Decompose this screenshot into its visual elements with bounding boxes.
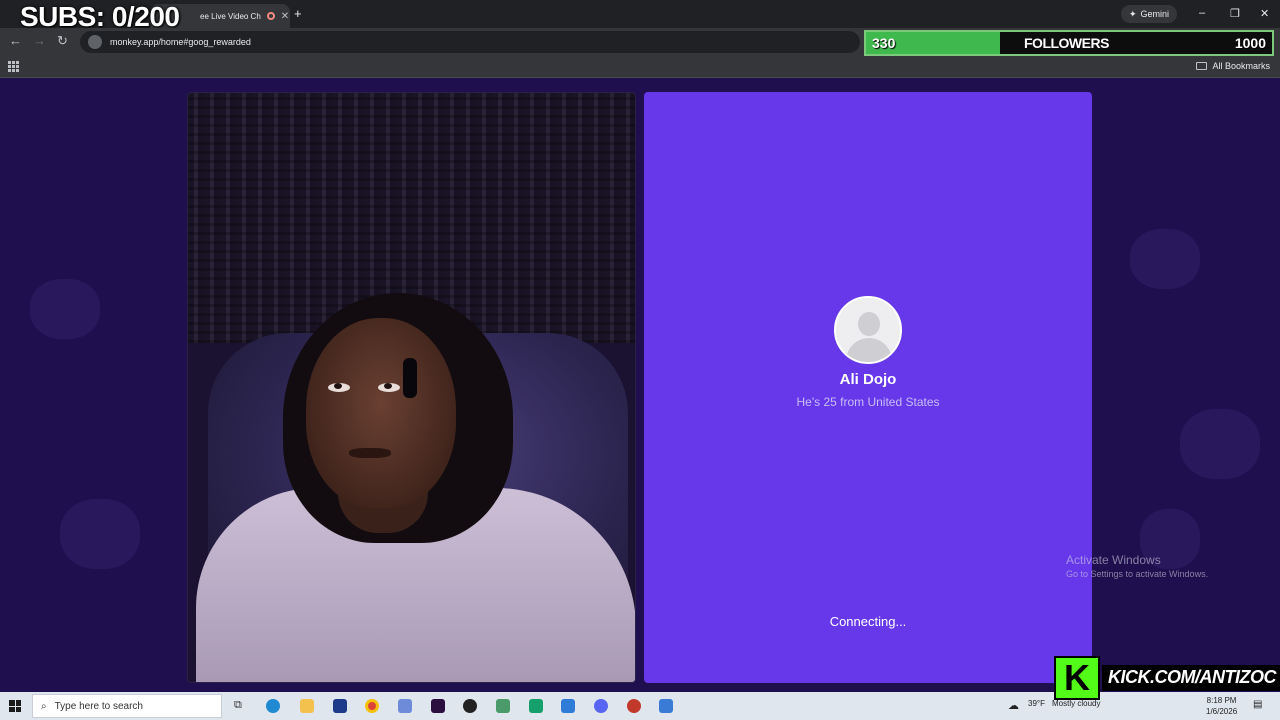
site-info-icon[interactable] [88, 35, 102, 49]
headset-icon [403, 358, 417, 398]
kick-overlay: K KICK.COM/ANTIZOC [1054, 656, 1280, 700]
match-name: Ali Dojo [839, 371, 897, 388]
all-bookmarks-button[interactable]: All Bookmarks [1196, 61, 1270, 71]
bookmarks-bar: All Bookmarks [0, 56, 1280, 78]
local-camera-feed [187, 92, 636, 683]
app-icon-6[interactable] [561, 699, 575, 713]
app-icon-3[interactable] [463, 699, 477, 713]
search-icon: ⌕ [41, 700, 47, 712]
address-bar[interactable]: monkey.app/home#goog_rewarded [80, 31, 860, 53]
kick-url: KICK.COM/ANTIZOC [1102, 665, 1280, 691]
tab-title: ee Live Video Ch [200, 11, 261, 21]
notification-icon[interactable]: ▤ [1253, 699, 1262, 710]
activate-windows-watermark: Activate Windows Go to Settings to activ… [1066, 553, 1208, 579]
tab-bar: ee Live Video Ch ✕ + ✦ Gemini – ❐ ✕ [0, 0, 1280, 28]
followers-label: FOLLOWERS [1024, 35, 1109, 51]
task-view-icon[interactable]: ⧉ [234, 699, 248, 713]
followers-goal-bar: 330 FOLLOWERS 1000 [864, 30, 1274, 56]
app-icon-4[interactable] [496, 699, 510, 713]
match-info: He's 25 from United States [796, 395, 940, 409]
app-icon-8[interactable] [659, 699, 673, 713]
app-icon-1[interactable] [398, 699, 412, 713]
followers-goal: 1000 [1234, 35, 1266, 51]
gemini-button[interactable]: ✦ Gemini [1121, 5, 1178, 23]
new-tab-button[interactable]: + [294, 6, 302, 21]
taskbar-search[interactable]: ⌕ Type here to search [32, 694, 222, 718]
weather-temp: 39°F [1028, 699, 1045, 708]
weather-desc: Mostly cloudy [1052, 699, 1101, 708]
app-icon-7[interactable] [627, 699, 641, 713]
reload-button[interactable]: ↻ [57, 33, 68, 49]
weather-icon: ☁ [1008, 700, 1019, 712]
back-button[interactable]: ← [9, 33, 22, 48]
search-placeholder: Type here to search [54, 700, 143, 712]
start-button[interactable] [9, 700, 21, 712]
match-panel: Ali Dojo He's 25 from United States Conn… [644, 92, 1092, 683]
recording-icon [266, 12, 275, 20]
edge-icon[interactable] [266, 699, 280, 713]
person-face [306, 318, 456, 508]
connection-status: Connecting... [829, 614, 907, 629]
sparkle-icon: ✦ [1129, 8, 1137, 19]
clock-date: 1/6/2026 [1206, 707, 1238, 716]
avatar-placeholder-icon [834, 296, 902, 364]
discord-icon[interactable] [594, 699, 608, 713]
chrome-icon[interactable] [365, 699, 379, 713]
all-bookmarks-label: All Bookmarks [1212, 61, 1270, 71]
close-window-button[interactable]: ✕ [1260, 7, 1269, 20]
file-explorer-icon[interactable] [300, 699, 314, 713]
url-text: monkey.app/home#goog_rewarded [110, 37, 251, 47]
folder-icon [1196, 62, 1208, 70]
minimize-button[interactable]: – [1199, 7, 1205, 19]
watermark-line-2: Go to Settings to activate Windows. [1066, 569, 1209, 579]
followers-count: 330 [872, 35, 896, 51]
page-content: Ali Dojo He's 25 from United States Conn… [0, 79, 1280, 692]
app-icon-2[interactable] [431, 699, 445, 713]
forward-button[interactable]: → [33, 33, 46, 48]
app-icon-5[interactable] [529, 699, 543, 713]
restore-button[interactable]: ❐ [1230, 7, 1240, 20]
gemini-label: Gemini [1140, 9, 1170, 19]
kick-logo-icon: K [1054, 656, 1100, 700]
watermark-line-1: Activate Windows [1066, 553, 1161, 567]
close-tab-icon[interactable]: ✕ [281, 11, 289, 22]
apps-grid-icon[interactable] [8, 61, 19, 72]
store-icon[interactable] [333, 699, 347, 713]
